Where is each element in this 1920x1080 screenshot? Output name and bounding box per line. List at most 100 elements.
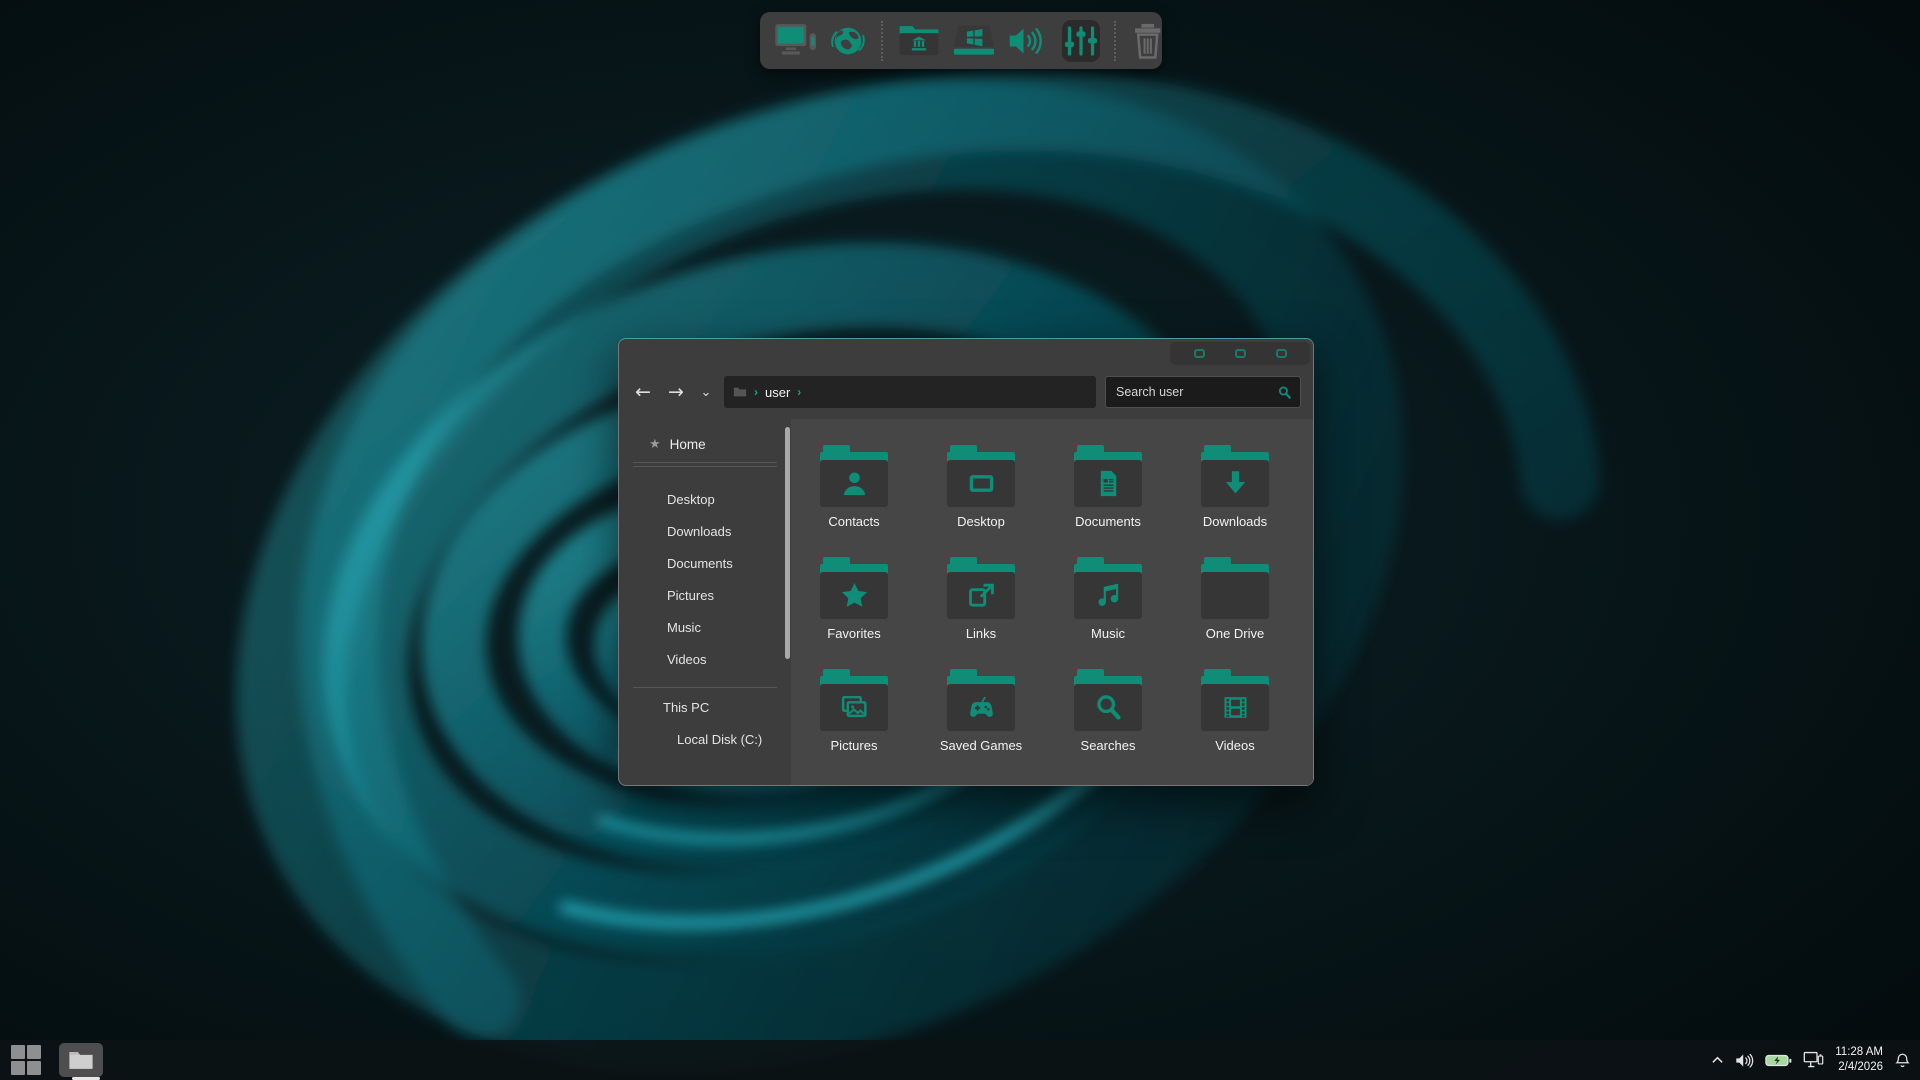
folder-contacts[interactable]: Contacts	[820, 445, 888, 529]
pictures-folder-icon	[820, 669, 888, 731]
tray-chevron-up-icon[interactable]	[1711, 1055, 1724, 1065]
back-button[interactable]: ←	[631, 382, 655, 402]
maximize-button[interactable]	[1234, 349, 1246, 358]
dock-system-drive-button[interactable]	[952, 20, 996, 62]
folder-searches[interactable]: Searches	[1074, 669, 1142, 753]
file-explorer-icon	[68, 1050, 94, 1071]
explorer-window: ← → ⌄ › user › Search user ★ Home Deskto…	[618, 338, 1314, 786]
folder-music[interactable]: Music	[1074, 557, 1142, 641]
dock-equalizer-button[interactable]	[1062, 19, 1100, 62]
folder-label: Searches	[1080, 738, 1136, 753]
taskbar-clock[interactable]: 11:28 AM 2/4/2026	[1835, 1045, 1883, 1075]
breadcrumb[interactable]: user	[765, 385, 790, 400]
dock-divider	[881, 20, 883, 61]
folder-documents[interactable]: Documents	[1074, 445, 1142, 529]
speaker-icon	[1007, 22, 1051, 60]
folder-saved-games[interactable]: Saved Games	[940, 669, 1022, 753]
sidebar-item-local-disk-c[interactable]: Local Disk (C:)	[619, 723, 791, 755]
breadcrumb-folder-icon	[733, 386, 747, 398]
sidebar-item-videos[interactable]: Videos	[619, 643, 791, 675]
taskbar: 11:28 AM 2/4/2026	[0, 1040, 1920, 1080]
folder-label: Music	[1091, 626, 1125, 641]
folder-icon	[1201, 557, 1269, 619]
clock-time: 11:28 AM	[1835, 1046, 1883, 1059]
folder-label: Pictures	[830, 738, 878, 753]
folder-bank-icon	[897, 22, 941, 60]
sidebar-divider	[633, 687, 777, 688]
network-icon[interactable]	[1803, 1051, 1824, 1069]
folder-pictures[interactable]: Pictures	[820, 669, 888, 753]
music-folder-icon	[1074, 557, 1142, 619]
folder-videos[interactable]: Videos	[1201, 669, 1269, 753]
start-icon	[11, 1045, 25, 1059]
notifications-bell-icon[interactable]	[1894, 1052, 1911, 1069]
sidebar-item-pictures[interactable]: Pictures	[619, 579, 791, 611]
trash-icon	[1130, 22, 1165, 60]
taskbar-file-explorer-button[interactable]	[59, 1043, 103, 1077]
folder-label: Saved Games	[939, 738, 1023, 753]
folder-downloads[interactable]: Downloads	[1201, 445, 1269, 529]
dock-recycle-bin-button[interactable]	[1130, 20, 1165, 62]
folder-favorites[interactable]: Favorites	[820, 557, 888, 641]
folder-label: Contacts	[828, 514, 880, 529]
address-bar[interactable]: › user ›	[724, 376, 1096, 408]
navigation-bar: ← → ⌄ › user ›	[631, 375, 1301, 409]
film-folder-icon	[1201, 669, 1269, 731]
sidebar-item-music[interactable]: Music	[619, 611, 791, 643]
sidebar-item-desktop[interactable]: Desktop	[619, 483, 791, 515]
folder-label: Desktop	[957, 514, 1005, 529]
sidebar-quick-access: Desktop Downloads Documents Pictures Music Vi…	[619, 483, 791, 675]
recent-locations-chevron-icon[interactable]: ⌄	[697, 386, 715, 399]
dock-network-globe-button[interactable]	[829, 20, 867, 62]
folder-links[interactable]: Links	[947, 557, 1015, 641]
home-star-icon: ★	[649, 436, 661, 451]
clock-date: 2/4/2026	[1838, 1061, 1883, 1073]
top-dock	[760, 12, 1162, 69]
folder-view: Contacts Desktop Documents Downloads Favorit…	[791, 419, 1313, 785]
windows-drive-icon	[952, 22, 996, 60]
gamepad-folder-icon	[947, 669, 1015, 731]
download-folder-icon	[1201, 445, 1269, 507]
folder-desktop[interactable]: Desktop	[947, 445, 1015, 529]
sidebar-divider	[633, 462, 777, 463]
battery-charging-icon[interactable]	[1765, 1053, 1792, 1068]
breadcrumb-chevron-icon: ›	[797, 385, 802, 399]
dock-divider	[1114, 20, 1116, 61]
folder-label: Downloads	[1202, 514, 1268, 529]
minimize-button[interactable]	[1193, 349, 1205, 358]
folder-label: Links	[965, 626, 997, 641]
close-button[interactable]	[1275, 349, 1287, 358]
folder-label: Videos	[1215, 738, 1255, 753]
sidebar-home-label: Home	[669, 436, 706, 452]
search-input[interactable]	[1116, 385, 1277, 399]
dock-library-folder-button[interactable]	[897, 20, 941, 62]
globe-icon	[829, 22, 867, 60]
volume-icon[interactable]	[1735, 1052, 1754, 1069]
equalizer-icon	[1062, 22, 1100, 60]
search-box[interactable]	[1105, 376, 1301, 408]
system-tray: 11:28 AM 2/4/2026	[1711, 1045, 1911, 1075]
sidebar: ★ Home Desktop Downloads Documents Pictures…	[619, 419, 791, 785]
search-icon	[1277, 385, 1292, 400]
folder-one-drive[interactable]: One Drive	[1201, 557, 1269, 641]
sidebar-item-this-pc[interactable]: This PC	[619, 691, 791, 723]
explorer-content: ★ Home Desktop Downloads Documents Pictures…	[619, 419, 1313, 785]
folder-label: One Drive	[1205, 626, 1265, 641]
sidebar-divider	[633, 466, 777, 467]
star-folder-icon	[820, 557, 888, 619]
sidebar-item-downloads[interactable]: Downloads	[619, 515, 791, 547]
sidebar-item-home[interactable]: ★ Home	[619, 429, 791, 459]
folder-label: Favorites	[827, 626, 881, 641]
person-folder-icon	[820, 445, 888, 507]
display-icon	[774, 22, 818, 60]
search-folder-icon	[1074, 669, 1142, 731]
start-button[interactable]	[9, 1043, 43, 1077]
sidebar-scrollbar[interactable]	[785, 427, 790, 659]
forward-button[interactable]: →	[664, 382, 688, 402]
share-folder-icon	[947, 557, 1015, 619]
sidebar-item-documents[interactable]: Documents	[619, 547, 791, 579]
dock-volume-button[interactable]	[1007, 20, 1051, 62]
monitor-folder-icon	[947, 445, 1015, 507]
dock-display-button[interactable]	[774, 20, 818, 62]
folder-grid: Contacts Desktop Documents Downloads Favorit…	[791, 419, 1313, 753]
